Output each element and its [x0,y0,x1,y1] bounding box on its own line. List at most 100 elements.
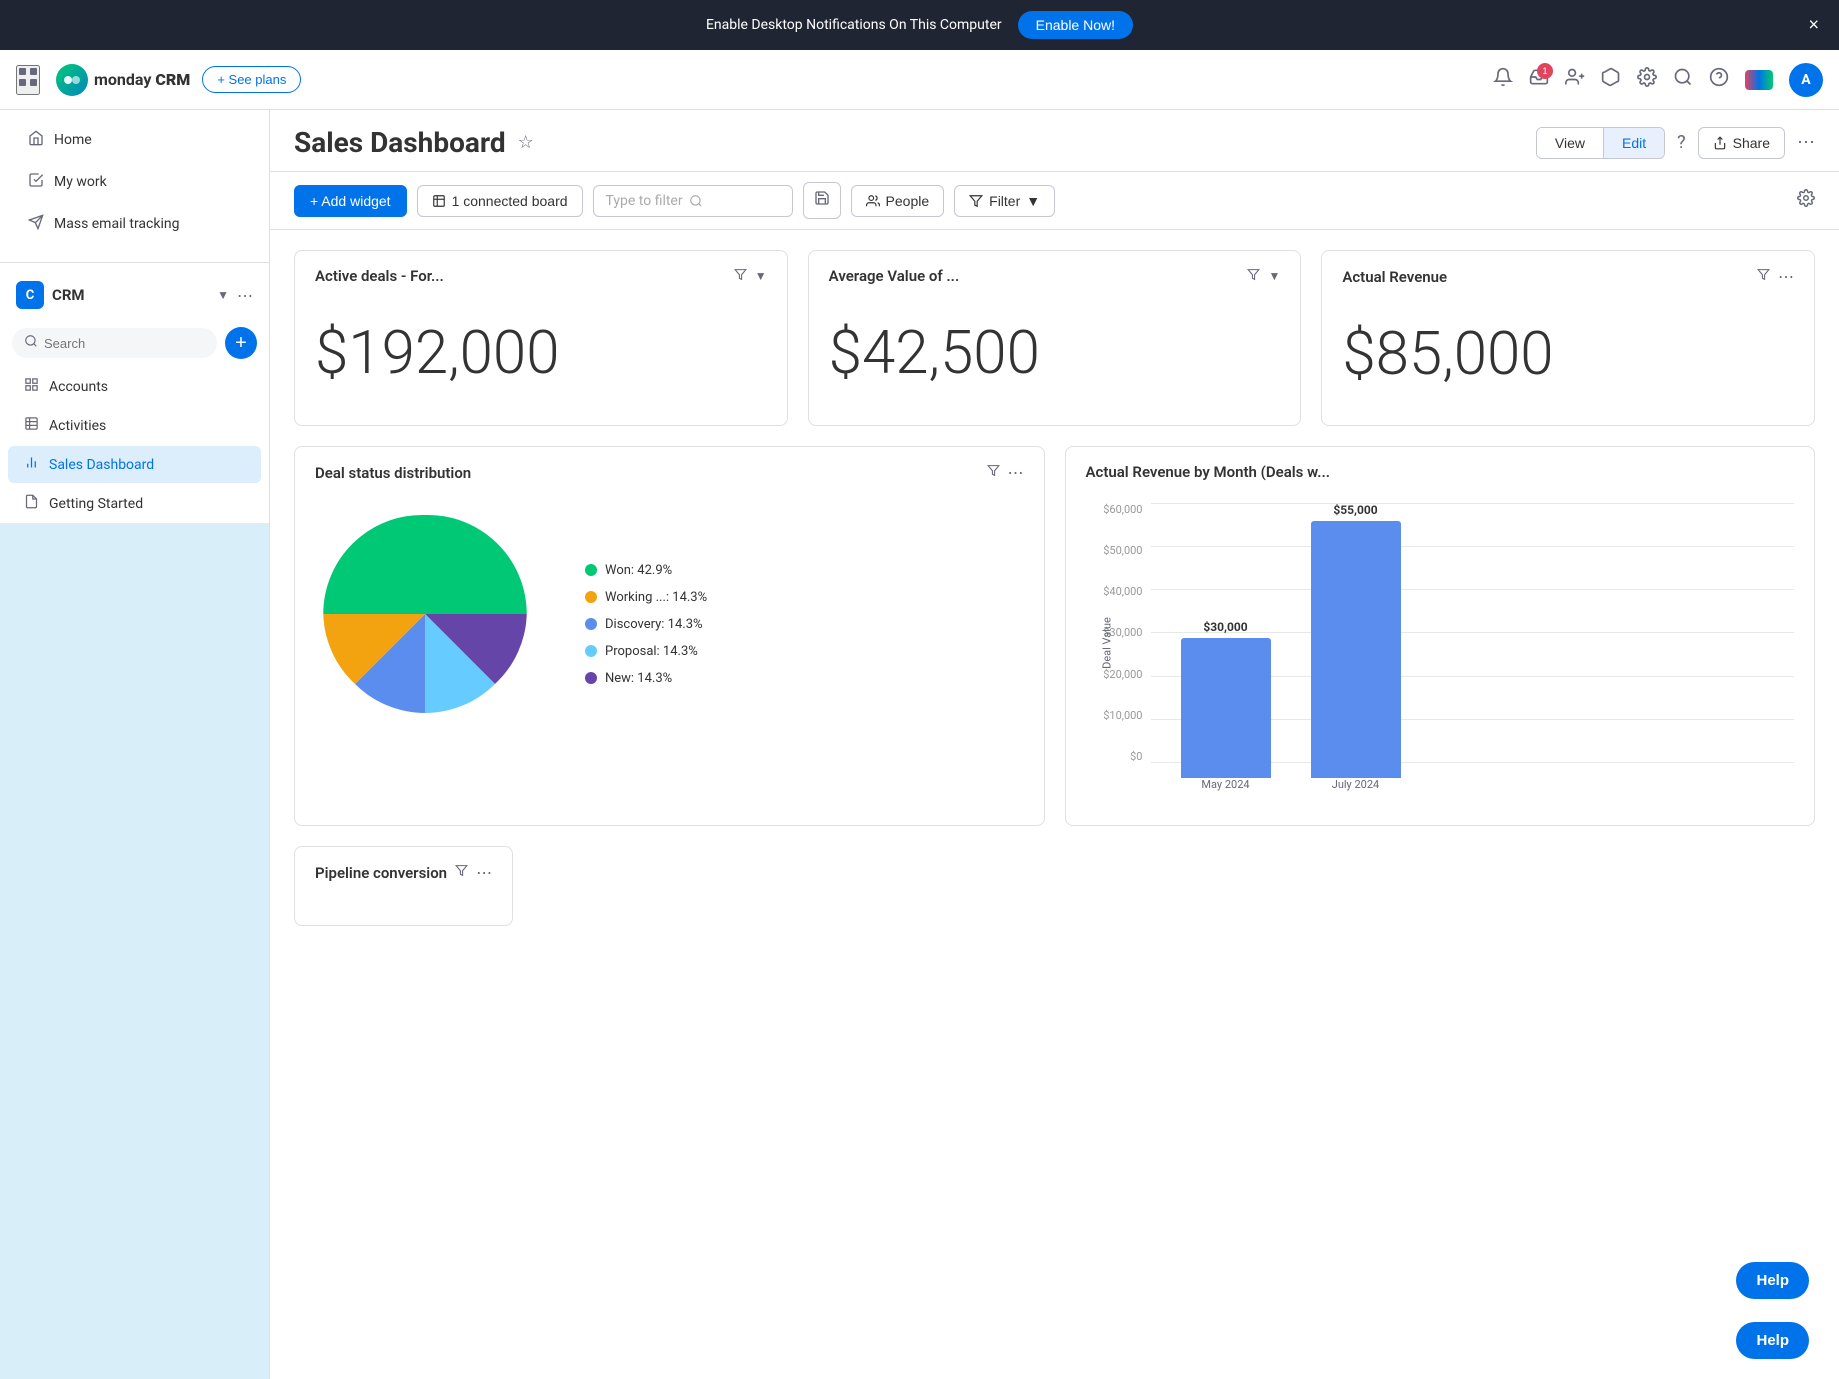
actual-revenue-dots-icon[interactable]: ⋯ [1778,267,1794,286]
share-icon [1713,136,1727,150]
view-button[interactable]: View [1537,128,1603,158]
people-button[interactable]: People [851,185,945,217]
workspace-more-icon[interactable]: ⋯ [237,286,253,305]
notif-message: Enable Desktop Notifications On This Com… [706,17,1002,33]
board-icon [432,194,446,208]
bar-chart-area: $60,000 $50,000 $40,000 $30,000 $20,000 … [1086,493,1795,793]
deal-status-dots-icon[interactable]: ⋯ [1008,463,1024,482]
more-options-icon[interactable]: ⋯ [1797,132,1815,153]
view-edit-buttons: View Edit [1536,127,1665,159]
main-layout: Home My work Mass email tracking C CRM ▼… [0,110,1839,1379]
sidebar-item-mywork-label: My work [54,174,107,190]
pie-chart [315,504,555,744]
legend-working: Working ...: 14.3% [585,590,707,605]
search-input-wrap[interactable] [12,328,217,358]
accounts-label: Accounts [49,379,108,395]
legend-dot-proposal [585,645,597,657]
deal-status-filter-icon[interactable] [987,464,1000,481]
connected-board-label: 1 connected board [452,193,568,209]
sidebar-item-mass-email[interactable]: Mass email tracking [8,204,261,244]
help-button-2[interactable]: Help [1736,1322,1809,1359]
sidebar-bottom-area [0,523,269,1379]
filter-search-icon [689,194,703,208]
search-icon[interactable] [1673,67,1693,92]
workspace-header[interactable]: C CRM ▼ ⋯ [0,271,269,319]
save-button[interactable] [803,182,841,219]
activities-label: Activities [49,418,106,434]
pipeline-filter-icon[interactable] [455,864,468,881]
y-axis-label: Deal Value [1100,617,1113,669]
average-value-filter-icon[interactable] [1247,268,1260,285]
email-icon [28,214,44,234]
add-widget-button[interactable]: + Add widget [294,185,407,217]
help-button-1[interactable]: Help [1736,1262,1809,1299]
sidebar-item-mywork[interactable]: My work [8,162,261,202]
legend-label-discovery: Discovery: 14.3% [605,617,703,632]
notif-close-button[interactable]: × [1808,15,1819,36]
avatar[interactable]: A [1789,63,1823,97]
connected-board-button[interactable]: 1 connected board [417,185,583,217]
help-icon[interactable] [1709,67,1729,92]
active-deals-value: $192,000 [315,297,767,408]
settings-icon[interactable] [1637,67,1657,92]
bar-july: $55,000 [1311,503,1401,778]
actual-revenue-filter-icon[interactable] [1757,268,1770,285]
edit-button[interactable]: Edit [1603,128,1664,158]
sidebar-item-home[interactable]: Home [8,120,261,160]
revenue-by-month-header: Actual Revenue by Month (Deals w... [1086,463,1795,481]
y-label-40k: $40,000 [1103,585,1142,598]
average-value-value: $42,500 [829,297,1281,408]
brand-name: monday CRM [94,70,190,89]
dashboard-grid: Active deals - For... ▼ $192,000 Average… [270,230,1839,1379]
sidebar-item-sales-dashboard[interactable]: Sales Dashboard [8,446,261,483]
legend-dot-new [585,672,597,684]
add-item-button[interactable]: + [225,327,257,359]
invite-icon[interactable] [1565,67,1585,92]
deal-status-header: Deal status distribution ⋯ [315,463,1024,482]
sidebar-item-activities[interactable]: Activities [8,407,261,444]
active-deals-chevron-icon[interactable]: ▼ [755,269,767,283]
bell-icon[interactable] [1493,67,1513,92]
activities-icon [24,416,39,435]
pipeline-header: Pipeline conversion ⋯ [315,863,492,882]
star-icon[interactable]: ☆ [518,132,534,153]
dashboard-toolbar: + Add widget 1 connected board Type to f… [270,172,1839,230]
dashboard-help-icon[interactable]: ? [1677,132,1686,153]
toolbar-settings-icon[interactable] [1797,189,1815,212]
share-label: Share [1733,135,1770,151]
people-icon [866,194,880,208]
filter-button[interactable]: Filter ▼ [954,185,1055,217]
sidebar-item-getting-started[interactable]: Getting Started [8,485,261,522]
actual-revenue-header: Actual Revenue ⋯ [1342,267,1794,286]
pipeline-title: Pipeline conversion [315,864,447,882]
enable-now-button[interactable]: Enable Now! [1018,11,1133,39]
search-input[interactable] [44,336,205,351]
active-deals-widget: Active deals - For... ▼ $192,000 [294,250,788,426]
workspace-chevron-icon: ▼ [217,288,229,302]
inbox-icon[interactable]: 1 [1529,67,1549,92]
deal-status-widget: Deal status distribution ⋯ [294,446,1045,826]
content-area: Sales Dashboard ☆ View Edit ? Share ⋯ + … [270,110,1839,1379]
inbox-badge: 1 [1537,63,1553,79]
sidebar-item-accounts[interactable]: Accounts [8,368,261,405]
legend-dot-discovery [585,618,597,630]
pipeline-dots-icon[interactable]: ⋯ [476,863,492,882]
share-button[interactable]: Share [1698,127,1785,159]
sidebar-item-mass-email-label: Mass email tracking [54,216,179,232]
average-value-chevron-icon[interactable]: ▼ [1268,269,1280,283]
see-plans-button[interactable]: + See plans [202,66,301,93]
legend-label-won: Won: 42.9% [605,563,672,578]
pipeline-widget: Pipeline conversion ⋯ [294,846,513,926]
apps-grid-icon[interactable] [16,65,40,95]
logo-circle [56,64,88,96]
people-label: People [886,193,930,209]
pie-content: Won: 42.9% Working ...: 14.3% Discovery:… [315,494,1024,754]
active-deals-filter-icon[interactable] [734,268,747,285]
legend-dot-working [585,591,597,603]
type-to-filter-input[interactable]: Type to filter [593,185,793,217]
apps-icon[interactable] [1601,67,1621,92]
widget-row-2: Deal status distribution ⋯ [294,446,1815,826]
filter-icon [969,194,983,208]
actual-revenue-title: Actual Revenue [1342,268,1749,286]
header-icons: 1 A [1493,63,1823,97]
